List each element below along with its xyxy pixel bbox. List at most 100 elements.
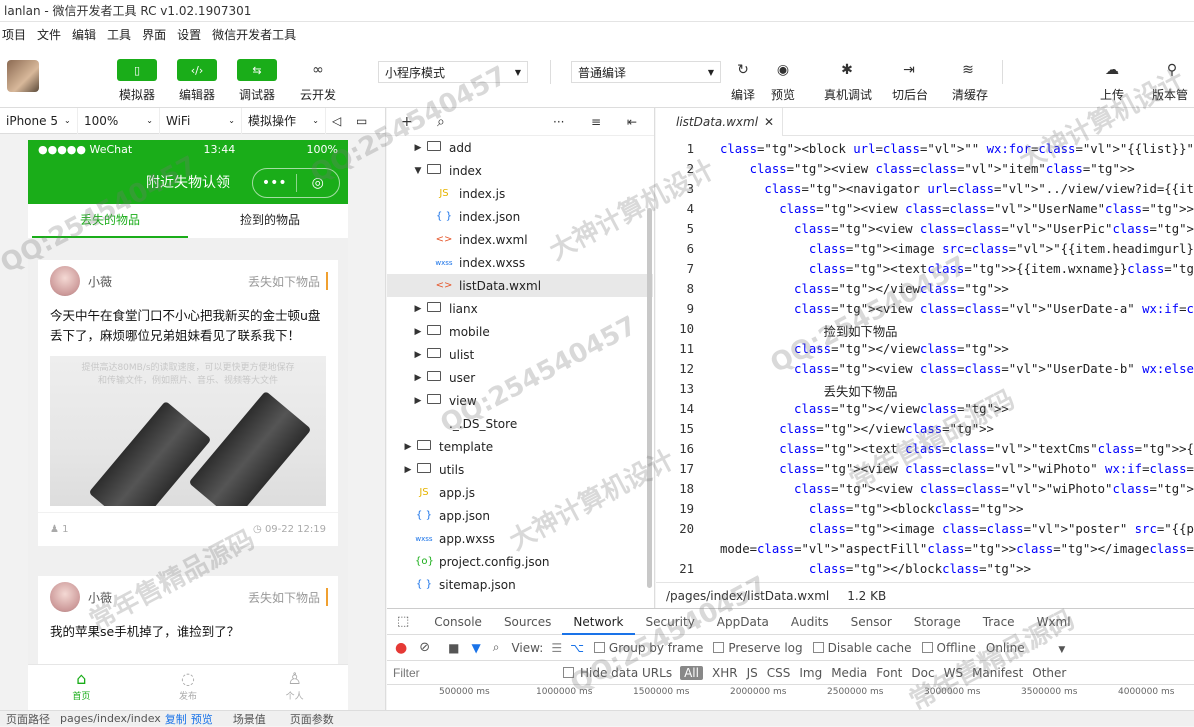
tree-file[interactable]: wxss app.wxss (387, 527, 653, 550)
mode-select[interactable]: 小程序模式 ▼ (378, 61, 528, 83)
list-view-icon[interactable]: ☰ (551, 641, 562, 655)
menu-item-file[interactable]: 文件 (37, 26, 61, 43)
more-icon[interactable]: ··· (553, 115, 564, 129)
waterfall-view-icon[interactable]: ⌥ (570, 641, 584, 655)
menu-item-tools[interactable]: 工具 (107, 26, 131, 43)
network-filter-input[interactable] (393, 663, 553, 682)
tab-found-items[interactable]: 捡到的物品 (192, 204, 348, 238)
tab-lost-items[interactable]: 丢失的物品 (32, 204, 188, 238)
devtools-tab-appdata[interactable]: AppData (706, 615, 780, 629)
version-icon[interactable]: ⚲ (1160, 60, 1184, 80)
compile-mode-select[interactable]: 普通编译 ▼ (571, 61, 721, 83)
record-icon[interactable]: ● (395, 640, 407, 656)
tree-folder[interactable]: ▶ utils (387, 458, 653, 481)
volume-icon[interactable]: ◁ (326, 108, 350, 134)
filter-all[interactable]: All (680, 665, 703, 680)
tree-file[interactable]: { } app.json (387, 504, 653, 527)
filter-img[interactable]: Img (799, 666, 822, 680)
inspect-icon[interactable]: ⬚ (387, 614, 423, 629)
devtools-tab-sensor[interactable]: Sensor (840, 615, 903, 629)
menu-item-settings[interactable]: 设置 (177, 26, 201, 43)
filter-icon[interactable]: ▼ (471, 641, 480, 655)
tree-folder[interactable]: ▶ add (387, 136, 653, 159)
simulator-toggle-button[interactable]: ▯ (117, 59, 157, 81)
tree-folder[interactable]: ▶ template (387, 435, 653, 458)
offline-checkbox[interactable] (921, 642, 933, 653)
editor-tab[interactable]: listData.wxml ✕ (656, 108, 784, 136)
device-select[interactable]: iPhone 5 ⌄ (0, 107, 78, 134)
align-icon[interactable]: ≡ (591, 115, 601, 129)
devtools-tab-wxml[interactable]: Wxml (1026, 615, 1082, 629)
throttle-select[interactable]: Online ▼ (986, 641, 1065, 655)
more-dots-icon[interactable]: ••• (253, 175, 296, 191)
tree-file[interactable]: {o} project.config.json (387, 550, 653, 573)
post-photo[interactable]: 提供高达80MB/s的读取速度，可以更快更方便地保存和传输文件，例如照片、音乐、… (50, 356, 326, 506)
tree-file[interactable]: wxss index.wxss (387, 251, 653, 274)
filter-css[interactable]: CSS (767, 666, 791, 680)
filter-other[interactable]: Other (1032, 666, 1066, 680)
page-params-label[interactable]: 页面参数 (290, 711, 334, 727)
tree-folder[interactable]: ▶ user (387, 366, 653, 389)
menu-item-view[interactable]: 界面 (142, 26, 166, 43)
filter-font[interactable]: Font (876, 666, 902, 680)
devtools-tab-trace[interactable]: Trace (972, 615, 1026, 629)
add-icon[interactable]: + (401, 114, 413, 130)
upload-icon[interactable]: ☁ (1100, 60, 1124, 80)
tree-file[interactable]: { } index.json (387, 205, 653, 228)
filter-media[interactable]: Media (831, 666, 867, 680)
tree-file[interactable]: ._.DS_Store (387, 412, 653, 435)
clear-icon[interactable]: ⊘ (419, 640, 430, 655)
refresh-icon[interactable]: ↻ (731, 60, 755, 80)
group-by-frame-checkbox[interactable] (593, 642, 605, 653)
devtools-tab-sources[interactable]: Sources (493, 615, 562, 629)
tree-file[interactable]: JS app.js (387, 481, 653, 504)
cloud-dev-icon[interactable]: ∞ (306, 60, 330, 80)
hide-data-urls-checkbox[interactable] (563, 667, 574, 678)
tree-folder[interactable]: ▼ index (387, 159, 653, 182)
devtools-tab-audits[interactable]: Audits (780, 615, 840, 629)
eye-icon[interactable]: ◉ (771, 60, 795, 80)
tree-folder[interactable]: ▶ view (387, 389, 653, 412)
devtools-tab-security[interactable]: Security (635, 615, 706, 629)
search-icon[interactable]: ⌕ (493, 640, 500, 655)
filter-ws[interactable]: WS (944, 666, 963, 680)
filter-doc[interactable]: Doc (911, 666, 934, 680)
collapse-icon[interactable]: ⇤ (627, 115, 637, 129)
menu-item-devtools[interactable]: 微信开发者工具 (212, 26, 296, 43)
tree-folder[interactable]: ▶ ulist (387, 343, 653, 366)
tree-file[interactable]: { } sitemap.json (387, 573, 653, 596)
code-area[interactable]: 1 class="tg"><block url=class="vl">"" wx:… (656, 136, 1194, 582)
debugger-toggle-button[interactable]: ⇆ (237, 59, 277, 81)
close-circle-icon[interactable]: ◎ (297, 175, 340, 191)
search-icon[interactable]: ⌕ (437, 114, 445, 130)
post-card[interactable]: 小薇 丢失如下物品 今天中午在食堂门口不小心把我新买的金士顿u盘丢下了，麻烦哪位… (38, 260, 338, 546)
network-select[interactable]: WiFi ⌄ (160, 107, 242, 134)
menu-item-project[interactable]: 项目 (2, 26, 26, 43)
tree-folder[interactable]: ▶ lianx (387, 297, 653, 320)
scene-value-label[interactable]: 场景值 (233, 711, 266, 727)
preserve-log-checkbox[interactable] (713, 642, 725, 653)
editor-toggle-button[interactable]: ‹/› (177, 59, 217, 81)
file-tree-scrollbar[interactable] (647, 208, 652, 588)
tree-file[interactable]: <> index.wxml (387, 228, 653, 251)
zoom-select[interactable]: 100% ⌄ (78, 107, 160, 134)
camera-icon[interactable]: ■ (448, 641, 459, 655)
tree-file[interactable]: <> listData.wxml (387, 274, 653, 297)
preview-path-link[interactable]: 预览 (191, 711, 213, 727)
tabbar-publish[interactable]: ◌ 发布 (135, 665, 242, 710)
filter-js[interactable]: JS (747, 666, 758, 680)
bug-icon[interactable]: ✱ (835, 60, 859, 80)
close-icon[interactable]: ✕ (764, 115, 774, 129)
menu-item-edit[interactable]: 编辑 (72, 26, 96, 43)
tabbar-profile[interactable]: ♙ 个人 (241, 665, 348, 710)
disable-cache-checkbox[interactable] (812, 642, 824, 653)
tabbar-home[interactable]: ⌂ 首页 (28, 665, 135, 710)
filter-xhr[interactable]: XHR (712, 666, 738, 680)
devtools-tab-storage[interactable]: Storage (903, 615, 972, 629)
devtools-tab-network[interactable]: Network (562, 609, 635, 635)
tree-folder[interactable]: ▶ mobile (387, 320, 653, 343)
capsule-menu[interactable]: ••• ◎ (252, 168, 340, 198)
switch-background-icon[interactable]: ⇥ (897, 60, 921, 80)
user-avatar[interactable] (7, 60, 39, 92)
simulate-ops-select[interactable]: 模拟操作 ⌄ (242, 107, 326, 134)
